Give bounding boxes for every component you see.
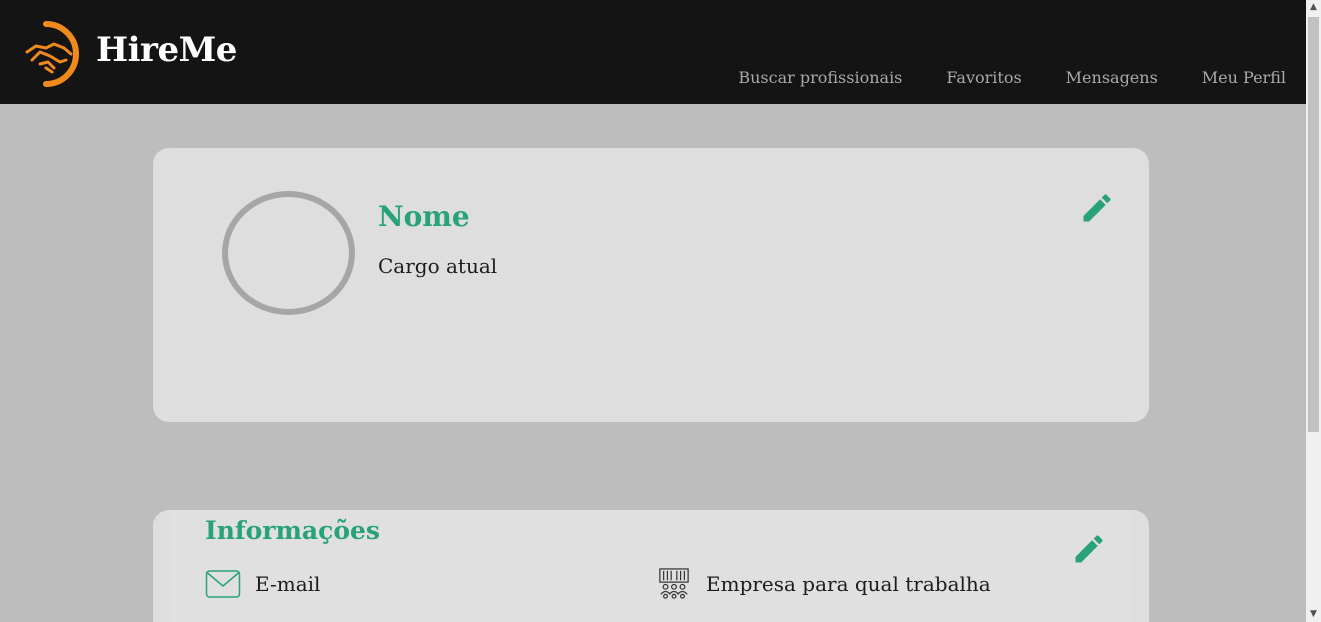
envelope-icon bbox=[205, 570, 241, 598]
handshake-logo-icon[interactable] bbox=[24, 18, 84, 90]
profile-card: Nome Cargo atual bbox=[153, 148, 1149, 422]
profile-role: Cargo atual bbox=[378, 254, 498, 278]
brand-name[interactable]: HireMe bbox=[96, 30, 237, 70]
nav-meu-perfil[interactable]: Meu Perfil bbox=[1202, 68, 1286, 87]
edit-info-pencil-icon[interactable] bbox=[1071, 531, 1107, 567]
email-item: E-mail bbox=[205, 568, 320, 600]
profile-name: Nome bbox=[378, 200, 470, 233]
vertical-scrollbar[interactable]: ▲ ▼ bbox=[1306, 0, 1321, 622]
avatar[interactable] bbox=[222, 191, 355, 315]
scroll-up-arrow-icon[interactable]: ▲ bbox=[1306, 0, 1321, 15]
email-label: E-mail bbox=[255, 572, 321, 596]
scroll-down-arrow-icon[interactable]: ▼ bbox=[1306, 607, 1321, 622]
info-title: Informações bbox=[205, 516, 380, 545]
company-item: Empresa para qual trabalha bbox=[656, 568, 991, 600]
top-navbar: HireMe Buscar profissionais Favoritos Me… bbox=[0, 0, 1306, 104]
nav-mensagens[interactable]: Mensagens bbox=[1066, 68, 1158, 87]
info-card: Informações E-mail Empresa para qual tra… bbox=[153, 510, 1149, 622]
company-building-icon bbox=[659, 568, 689, 599]
nav-buscar-profissionais[interactable]: Buscar profissionais bbox=[738, 68, 902, 87]
edit-profile-pencil-icon[interactable] bbox=[1079, 190, 1115, 226]
nav-favoritos[interactable]: Favoritos bbox=[946, 68, 1021, 87]
scroll-thumb[interactable] bbox=[1308, 17, 1319, 432]
company-label: Empresa para qual trabalha bbox=[706, 572, 991, 596]
main-nav: Buscar profissionais Favoritos Mensagens… bbox=[694, 68, 1286, 87]
